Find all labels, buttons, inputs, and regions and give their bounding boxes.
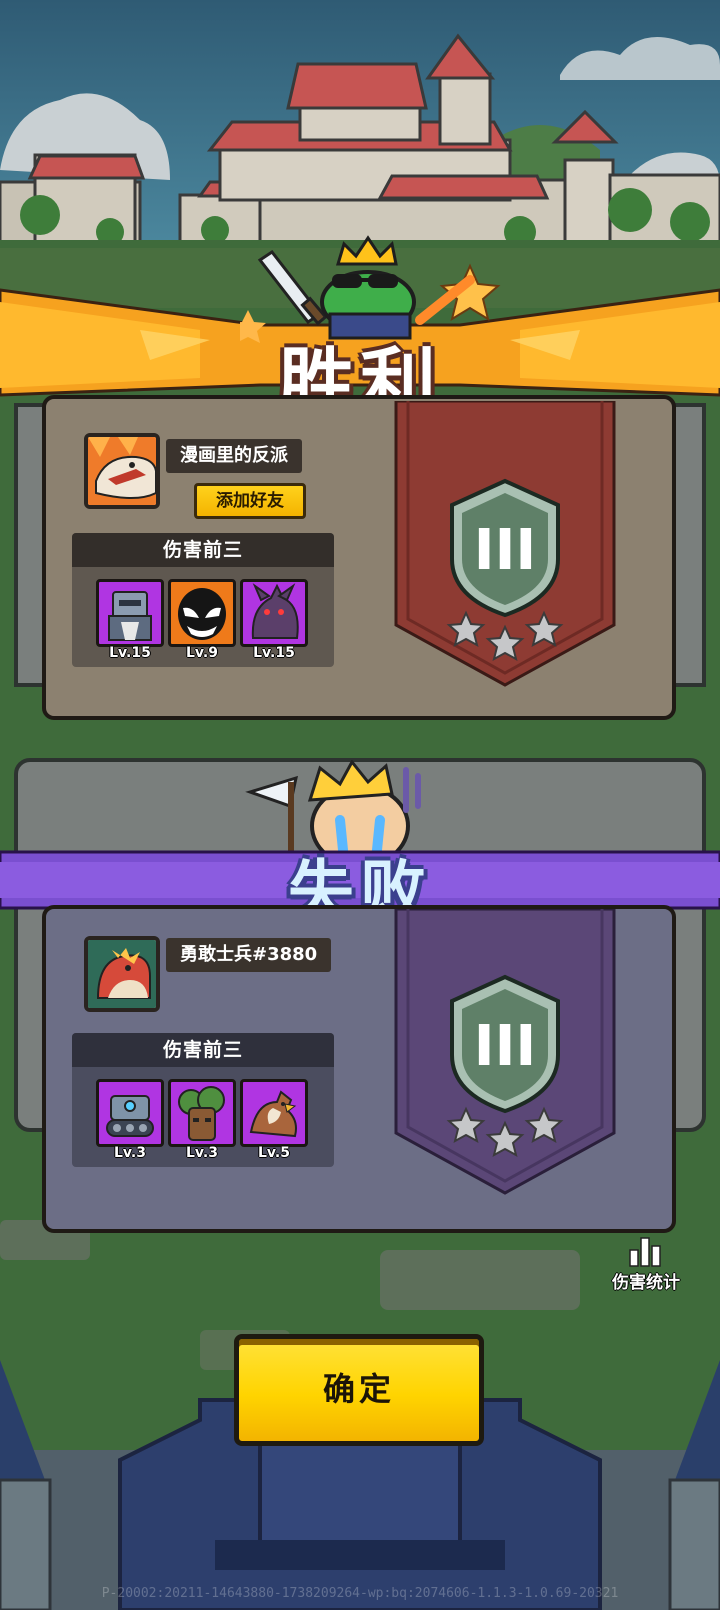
- hero-level: Lv.3: [114, 1145, 146, 1161]
- dragon-avatar-icon: [88, 437, 156, 505]
- add-friend-button[interactable]: 添加好友: [194, 483, 306, 519]
- rank-numeral: III: [474, 1014, 537, 1079]
- rank-banner: III: [394, 909, 616, 1195]
- player-name: 勇敢士兵#3880: [166, 938, 332, 972]
- hero-card[interactable]: [96, 579, 164, 647]
- build-info: P-20002:20211-14643880-1738209264-wp:bq:…: [101, 1586, 619, 1601]
- player-avatar[interactable]: [84, 433, 160, 509]
- confirm-button[interactable]: 确定: [234, 1334, 484, 1446]
- top-damage-section: 伤害前三: [72, 1033, 334, 1167]
- hero-card[interactable]: [96, 1079, 164, 1147]
- victory-panel: 漫画里的反派 添加好友 伤害前三 Lv.15 Lv.9 Lv.15 III: [42, 395, 676, 720]
- player-avatar[interactable]: [84, 936, 160, 1012]
- venom-icon: [178, 588, 226, 640]
- top-damage-section: 伤害前三: [72, 533, 334, 667]
- player-name: 漫画里的反派: [166, 439, 302, 473]
- defeat-panel: 勇敢士兵#3880 伤害前三 Lv.3 Lv.3 Lv.5 III: [42, 905, 676, 1233]
- rank-numeral: III: [474, 518, 537, 583]
- damage-stats-label: 伤害统计: [612, 1273, 680, 1293]
- bar-chart-icon: [629, 1237, 661, 1267]
- red-bird-avatar-icon: [88, 940, 156, 1008]
- top-damage-title: 伤害前三: [72, 533, 334, 567]
- hero-level: Lv.3: [186, 1145, 218, 1161]
- hero-card[interactable]: [168, 579, 236, 647]
- rank-banner: III: [394, 401, 616, 687]
- hero-card[interactable]: [168, 1079, 236, 1147]
- top-damage-title: 伤害前三: [72, 1033, 334, 1067]
- hero-level: Lv.5: [258, 1145, 290, 1161]
- hero-card[interactable]: [240, 1079, 308, 1147]
- tank-robot-icon: [106, 1095, 154, 1137]
- damage-stats-button[interactable]: 伤害统计: [603, 1234, 689, 1293]
- griffin-icon: [249, 1090, 297, 1138]
- battle-result-screen: 胜利 漫画里的反派 添加好友 伤害前三 Lv.15 Lv.9 Lv.15 III…: [0, 0, 720, 1610]
- hero-level: Lv.15: [253, 645, 295, 661]
- werewolf-icon: [251, 583, 299, 639]
- hero-level: Lv.15: [109, 645, 151, 661]
- hero-card[interactable]: [240, 579, 308, 647]
- hero-level: Lv.9: [186, 645, 218, 661]
- treant-icon: [178, 1086, 225, 1141]
- robot-knight-icon: [108, 591, 152, 641]
